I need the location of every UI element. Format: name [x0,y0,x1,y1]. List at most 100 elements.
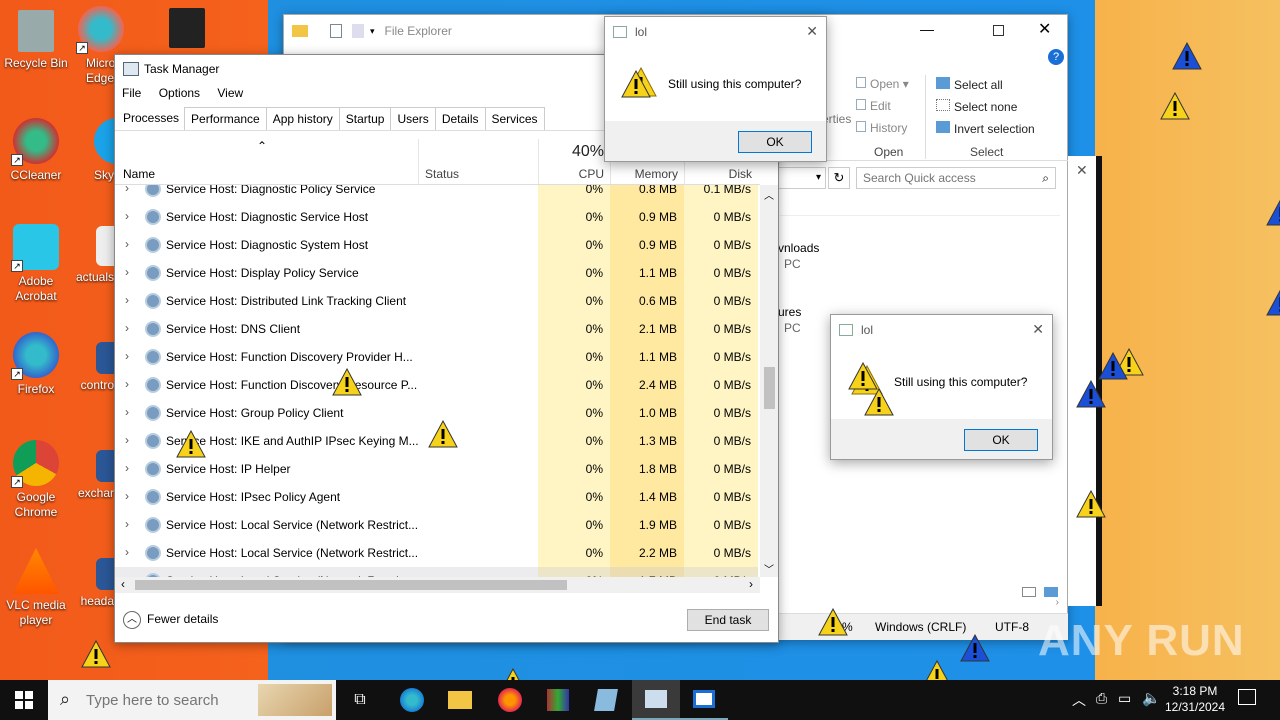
process-row[interactable]: › Service Host: Display Policy Service 0% 1… [115,259,758,287]
column-status-header[interactable]: Status [418,139,538,185]
desktop-icon-vlc[interactable]: VLC media player [0,548,72,628]
chevron-down-icon[interactable]: ▾ [370,26,375,37]
process-row[interactable]: ›Service Host: Local Service (Network Re… [115,539,758,567]
people-icon[interactable]: ⎙ [1096,690,1107,707]
firefox-taskbar-icon[interactable] [486,680,534,720]
address-dropdown[interactable]: ▾ [778,167,826,189]
tab-startup[interactable]: Startup [338,107,392,130]
desktop-icon-word-heada[interactable]: heada [76,558,114,609]
tab-performance[interactable]: Performance [184,107,267,130]
process-row[interactable]: ›Service Host: Local Service (Network Re… [115,511,758,539]
chevron-right-icon[interactable]: › [125,545,129,559]
view-tiles-icon[interactable] [1044,587,1058,597]
tab-users[interactable]: Users [390,107,436,130]
chevron-left-icon[interactable]: ‹ [121,577,125,591]
process-row[interactable]: › Service Host: Function Discovery Resour… [115,371,758,399]
maximize-icon[interactable] [993,25,1004,36]
process-row[interactable]: › Service Host: Diagnostic System Host 0% 0… [115,231,758,259]
history-button[interactable]: History [856,121,907,135]
start-button[interactable] [0,680,48,720]
chevron-right-icon[interactable]: › [125,377,129,391]
vertical-scrollbar[interactable]: ︿ ﹀ [760,185,778,577]
ok-button[interactable]: OK [738,131,812,153]
chevron-right-icon[interactable]: › [125,293,129,307]
menu-view[interactable]: View [217,86,243,100]
horizontal-scrollbar[interactable]: ‹ › [115,577,760,593]
process-row[interactable]: › Service Host: Function Discovery Provid… [115,343,758,371]
scrollbar-thumb[interactable] [764,367,775,409]
process-row[interactable]: › Service Host: Diagnostic Service Host 0%… [115,203,758,231]
chevron-right-icon[interactable]: › [125,461,129,475]
close-icon[interactable]: ✕ [1076,162,1088,179]
process-row[interactable]: › Service Host: Distributed Link Tracking… [115,287,758,315]
tab-app-history[interactable]: App history [265,107,340,130]
notepad-taskbar-icon[interactable] [582,680,630,720]
desktop-icon-ccleaner[interactable]: ↗ CCleaner [0,118,72,183]
menu-file[interactable]: File [122,86,141,100]
clock[interactable]: 3:18 PM 12/31/2024 [1164,683,1226,715]
chevron-right-icon[interactable]: › [125,405,129,419]
desktop-icon-acrobat[interactable]: ↗ Adobe Acrobat [0,224,72,304]
close-icon[interactable]: ✕ [1038,19,1051,39]
view-details-icon[interactable] [1022,587,1036,597]
search-box[interactable]: ⌕ [856,167,1056,189]
chevron-right-icon[interactable]: › [1056,597,1059,608]
desktop-icon-file[interactable] [162,8,212,52]
scrollbar-thumb[interactable] [135,580,567,590]
chevron-right-icon[interactable]: › [125,185,129,195]
chevron-right-icon[interactable]: › [125,349,129,363]
desktop-icon-word-contro[interactable]: contro [76,342,114,393]
task-manager-taskbar-icon[interactable] [632,680,680,720]
edge-taskbar-icon[interactable] [388,680,436,720]
notifications-icon[interactable] [1238,689,1256,705]
taskbar-search-input[interactable] [86,689,266,711]
chevron-down-icon[interactable]: ﹀ [764,561,774,576]
quick-access-item[interactable]: vnloads PC [778,241,819,271]
column-name[interactable]: Name [123,167,155,181]
winrar-taskbar-icon[interactable] [534,680,582,720]
process-row[interactable]: › Service Host: Diagnostic Policy Service… [115,185,758,203]
search-input[interactable] [863,169,1033,187]
chevron-right-icon[interactable]: › [125,433,129,447]
desktop-icon-skype[interactable]: Sky [94,118,116,183]
desktop-icon-firefox[interactable]: ↗ Firefox [0,332,72,397]
select-all-button[interactable]: Select all [936,77,1003,92]
desktop-icon-recycle-bin[interactable]: Recycle Bin [0,10,72,71]
minimize-icon[interactable]: — [920,21,934,37]
chevron-right-icon[interactable]: › [125,209,129,223]
desktop-icon-word-exchar[interactable]: exchar [76,450,114,501]
help-icon[interactable]: ? [1048,49,1064,65]
chevron-right-icon[interactable]: › [749,577,753,591]
file-explorer-taskbar-icon[interactable] [436,680,484,720]
chevron-right-icon[interactable]: › [125,237,129,251]
close-icon[interactable]: ✕ [806,23,818,40]
tab-services[interactable]: Services [484,107,545,130]
refresh-icon[interactable]: ↻ [828,167,850,189]
quick-access-item[interactable]: ures PC [778,305,801,335]
chevron-up-icon[interactable]: ︿ [764,187,774,202]
tab-processes[interactable]: Processes [117,107,186,130]
fewer-details-button[interactable]: ︿ Fewer details [123,611,218,629]
chevron-right-icon[interactable]: › [125,489,129,503]
chevron-right-icon[interactable]: › [125,321,129,335]
process-row[interactable]: › Service Host: IP Helper 0% 1.8 MB 0 MB/s [115,455,758,483]
desktop-icon-chrome[interactable]: ↗ Google Chrome [0,440,72,520]
chevron-right-icon[interactable]: › [125,265,129,279]
menu-options[interactable]: Options [159,86,200,100]
app-taskbar-icon[interactable] [680,680,728,720]
end-task-button[interactable]: End task [687,609,769,631]
chevron-right-icon[interactable]: › [125,517,129,531]
task-view-icon[interactable]: ⧉ [336,680,384,720]
network-icon[interactable]: ▭ [1118,690,1131,707]
desktop-icon-actuals[interactable]: actuals [76,226,114,285]
open-button[interactable]: Open ▾ [856,77,909,91]
process-row[interactable]: › Service Host: IPsec Policy Agent 0% 1.4 M… [115,483,758,511]
close-icon[interactable]: ✕ [1032,321,1044,338]
select-none-button[interactable]: Select none [936,99,1017,114]
process-row[interactable]: › Service Host: DNS Client 0% 2.1 MB 0 MB/s [115,315,758,343]
taskbar-search[interactable]: ⌕ [48,680,336,720]
tab-details[interactable]: Details [434,107,486,130]
invert-selection-button[interactable]: Invert selection [936,121,1035,136]
process-row[interactable]: ›Service Host: Local Service (Network Re… [115,567,758,577]
dialog-titlebar[interactable]: lol ✕ [605,17,826,47]
